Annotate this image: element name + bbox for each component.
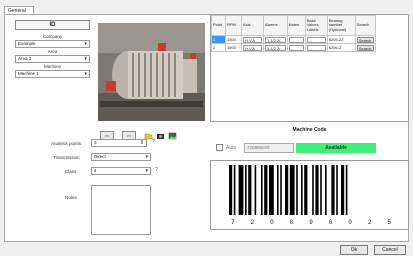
chevron-down-icon: ▾ [145, 168, 148, 174]
cell-bearing[interactable]: 6206-Z [326, 43, 356, 52]
id-button[interactable]: ID [15, 20, 90, 30]
company-combo[interactable]: Example ▾ [15, 40, 90, 48]
cell-notes[interactable]: ... [286, 35, 306, 44]
cell-search[interactable]: Search [354, 35, 376, 44]
barcode-digit: 5 [387, 219, 391, 226]
cell-notes[interactable]: ... [286, 43, 306, 52]
machine-code-title: Machine Code [292, 127, 327, 133]
search-button[interactable]: Search [356, 36, 374, 43]
notes-box[interactable]: ... [288, 36, 304, 43]
analysis-points-value: 3 [94, 140, 97, 145]
col-header-alarms: Alarms [263, 15, 288, 36]
col-header-base-values: Base Values Labels [304, 15, 328, 36]
chevron-down-icon: ▾ [84, 71, 87, 77]
alarms-box[interactable]: 1.1/2.2/... [265, 36, 286, 43]
axis-box[interactable]: H.V.A [243, 44, 262, 51]
ok-button[interactable]: Ok [340, 245, 368, 255]
help-icon[interactable]: ? [152, 139, 155, 145]
class-value: 4 [94, 168, 97, 173]
picture-icon[interactable] [168, 131, 177, 140]
machine-selector: ID Company Example ▾ Area Area 3 ▾ Machi… [15, 20, 90, 79]
auto-checkbox[interactable] [216, 144, 223, 151]
points-grid: Point RPM Axis Alarms Notes Base Values … [210, 14, 409, 122]
cell-alarms[interactable]: 1.1/2.2/... [263, 35, 288, 44]
class-combo[interactable]: 4 ▾ [91, 167, 151, 175]
table-row[interactable]: 2 1500 H.V.A 1.1/2.2/... ... ... 6206-Z … [211, 43, 376, 52]
cell-search[interactable]: Search [354, 43, 376, 52]
cell-base-values[interactable]: ... [304, 43, 328, 52]
cell-axis[interactable]: H.V.A [241, 43, 264, 52]
machine-code-input[interactable]: 720896025 [244, 143, 294, 153]
barcode-digit: 8 [289, 219, 294, 226]
barcode-digits: 7 2 0 8 9 6 0 2 5 [231, 219, 391, 226]
base-values-box[interactable]: ... [306, 36, 326, 43]
area-combo[interactable]: Area 3 ▾ [15, 55, 90, 63]
points-table: Point RPM Axis Alarms Notes Base Values … [211, 15, 376, 52]
cell-axis[interactable]: H.V.A [241, 35, 264, 44]
analysis-points-stepper[interactable]: 3 ⇕ [91, 139, 147, 147]
barcode-digit: 0 [348, 219, 352, 226]
table-row[interactable]: 1 1500 H.V.A 1.1/2.2/... ... ... 6205-2Z… [211, 35, 376, 44]
machine-code-row: Auto 720896025 Available [210, 143, 409, 153]
class-label: Class [65, 169, 77, 174]
barcode-digit: 9 [309, 219, 313, 226]
barcode: 7 2 0 8 9 6 0 2 5 [210, 160, 409, 230]
chevron-down-icon: ▾ [84, 41, 87, 47]
search-button[interactable]: Search [356, 44, 374, 51]
machine-value: Machine 1 [18, 71, 39, 76]
area-value: Area 3 [18, 56, 32, 61]
notes-textarea[interactable] [91, 185, 151, 235]
help-icon[interactable]: ? [155, 167, 158, 173]
col-header-search: Search [354, 15, 376, 36]
machine-combo[interactable]: Machine 1 ▾ [15, 70, 90, 78]
barcode-bars [229, 165, 348, 215]
barcode-digit: 2 [367, 219, 372, 226]
col-header-rpm: RPM [225, 15, 242, 36]
camera-icon[interactable] [156, 131, 165, 140]
machine-photo [98, 23, 205, 121]
col-header-axis: Axis [241, 15, 264, 36]
analysis-points-label: Analysis points [51, 141, 82, 146]
notes-box[interactable]: ... [288, 44, 304, 51]
machine-photo-image [98, 23, 205, 121]
grid-header-row: Point RPM Axis Alarms Notes Base Values … [211, 15, 376, 36]
notes-label: Notes [65, 195, 77, 200]
cell-alarms[interactable]: 1.1/2.2/... [263, 43, 288, 52]
col-header-point: Point [211, 15, 226, 36]
auto-label: Auto [226, 145, 237, 151]
transmission-combo[interactable]: Direct ▾ [91, 153, 151, 161]
dialog-footer: Ok Cancel [0, 244, 413, 256]
barcode-digit: 7 [231, 219, 235, 226]
chevron-down-icon: ▾ [84, 56, 87, 62]
axis-box[interactable]: H.V.A [243, 36, 262, 43]
cell-bearing[interactable]: 6205-2Z [326, 35, 356, 44]
transmission-value: Direct [94, 154, 106, 159]
cell-point[interactable]: 2 [211, 43, 226, 52]
barcode-digit: 0 [270, 219, 274, 226]
chevron-down-icon: ▾ [145, 154, 148, 160]
availability-badge: Available [296, 143, 376, 153]
cell-rpm[interactable]: 1500 [225, 43, 242, 52]
cell-rpm[interactable]: 1500 [225, 35, 242, 44]
col-header-notes: Notes [286, 15, 306, 36]
cell-base-values[interactable]: ... [304, 35, 328, 44]
base-values-box[interactable]: ... [306, 44, 326, 51]
barcode-digit: 2 [250, 219, 255, 226]
transmission-label: Transmission [53, 155, 80, 160]
cell-point[interactable]: 1 [211, 35, 226, 44]
cancel-button[interactable]: Cancel [374, 245, 406, 255]
alarms-box[interactable]: 1.1/2.2/... [265, 44, 286, 51]
col-header-bearing: Bearing number (Optional) [326, 15, 356, 36]
company-value: Example [18, 41, 36, 46]
barcode-digit: 6 [328, 219, 333, 226]
spinner-icon[interactable]: ⇕ [140, 140, 144, 146]
machine-dialog: General ID Company Example ▾ Area Area 3… [0, 0, 413, 256]
